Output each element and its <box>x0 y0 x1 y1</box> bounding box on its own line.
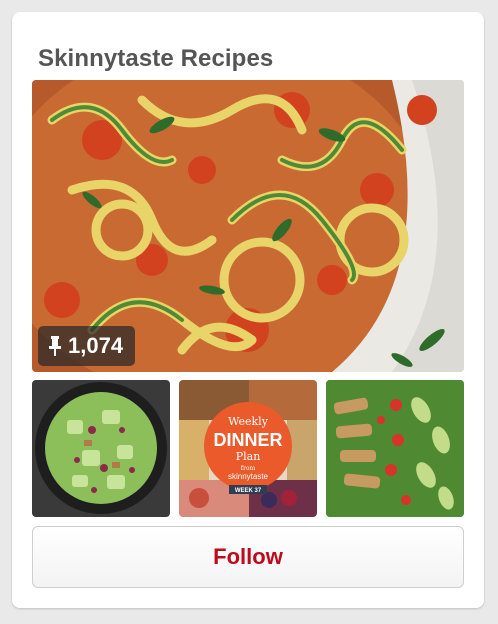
board-cover-image[interactable]: 1,074 <box>32 80 464 372</box>
board-thumbnails: Weekly DINNER Plan from skinnytaste WEEK… <box>32 380 464 517</box>
badge-brand: skinnytaste <box>228 472 269 481</box>
chicken-salad-image <box>326 380 464 517</box>
follow-button[interactable]: Follow <box>32 526 464 588</box>
thumbnail-salad[interactable] <box>32 380 170 517</box>
thumbnail-chicken-salad[interactable] <box>326 380 464 517</box>
pin-icon <box>49 336 61 356</box>
badge-plan: Plan <box>236 450 261 463</box>
salad-image <box>32 380 170 517</box>
badge-from: from <box>241 465 256 472</box>
thumbnail-dinner-plan[interactable]: Weekly DINNER Plan from skinnytaste WEEK… <box>179 380 317 517</box>
pin-count-badge: 1,074 <box>38 326 136 366</box>
board-card: Skinnytaste Recipes 1,074 Weekly DINNER … <box>12 12 484 608</box>
board-title[interactable]: Skinnytaste Recipes <box>38 45 273 73</box>
badge-weekly: Weekly <box>228 415 269 428</box>
dinner-plan-image: Weekly DINNER Plan from skinnytaste WEEK… <box>179 380 317 517</box>
badge-week: WEEK 37 <box>235 488 262 494</box>
pin-count-value: 1,074 <box>68 333 124 358</box>
badge-dinner: DINNER <box>213 430 282 450</box>
